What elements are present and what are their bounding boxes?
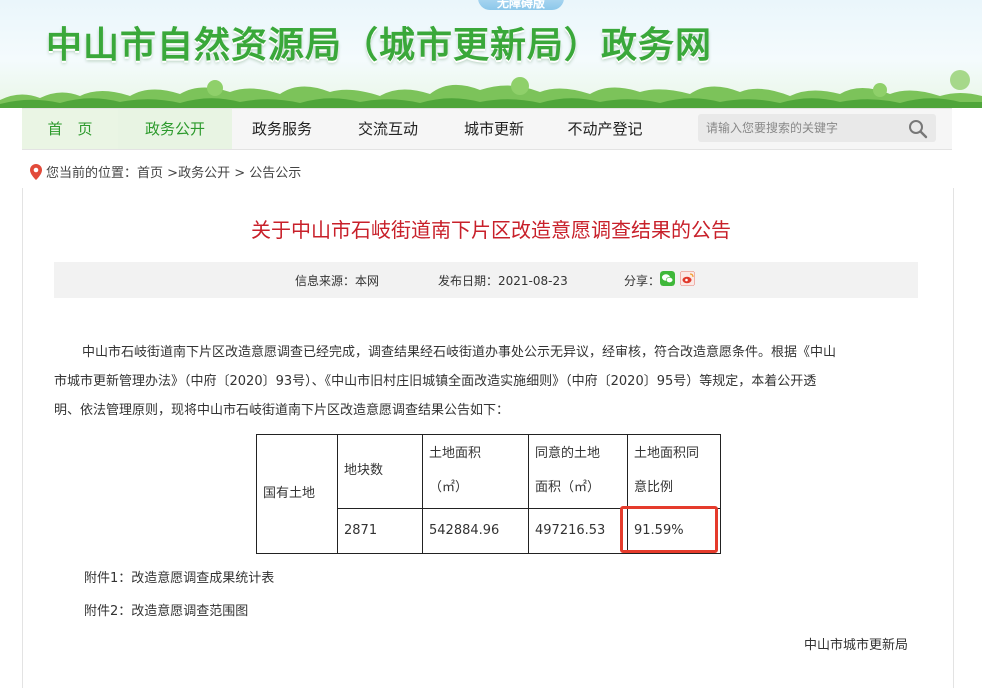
site-banner: 无障碍版 中山市自然资源局（城市更新局）政务网 [0,0,982,108]
table-cell-parcels: 2871 [337,507,423,555]
paragraph-line: 中山市石岐街道南下片区改造意愿调查已经完成，调查结果经石岐街道办事处公示无异议，… [82,345,837,360]
header-line: 土地面积同 [634,446,700,462]
accessible-version-link[interactable]: 无障碍版 [478,0,564,10]
breadcrumb-section[interactable]: 政务公开 [178,166,230,181]
breadcrumb-home[interactable]: 首页 [137,166,163,181]
breadcrumb: 您当前的位置：首页 >政务公开 > 公告公示 [30,164,301,182]
location-pin-icon [30,164,42,180]
article-title: 关于中山市石岐街道南下片区改造意愿调查结果的公告 [251,218,731,242]
breadcrumb-separator: > [163,166,179,181]
article-signature: 中山市城市更新局 [804,638,909,653]
wechat-share-icon[interactable] [660,271,675,286]
paragraph-line: 市城市更新管理办法》（中府〔2020〕93号）、《中山市旧村庄旧城镇全面改造实施… [54,374,817,389]
search-box [698,114,936,142]
nav-item-government-affairs-public[interactable]: 政务公开 [118,109,232,149]
attachment-link-2[interactable]: 附件2：改造意愿调查范围图 [84,600,248,619]
table-header-parcels: 地块数 [337,434,423,509]
header-line: （㎡） [429,480,469,496]
main-nav: 首 页 政务公开 政务服务 交流互动 城市更新 不动产登记 [22,108,952,150]
nav-item-government-services[interactable]: 政务服务 [234,109,330,149]
nav-item-interaction[interactable]: 交流互动 [340,109,436,149]
highlight-box [620,506,718,553]
table-header-land-area: 土地面积 （㎡） [422,434,529,509]
table-header-agreed-ratio: 土地面积同 意比例 [627,434,721,509]
tree-line-decoration [0,70,982,108]
header-line: 面积（㎡） [535,480,601,496]
share-label: 分享： [624,274,661,288]
table-cell-agreed-area: 497216.53 [528,507,628,555]
breadcrumb-prefix: 您当前的位置： [46,166,138,181]
article-meta-bar: 信息来源：本网 发布日期：2021-08-23 分享： [54,262,918,298]
search-icon[interactable] [908,119,928,139]
site-title: 中山市自然资源局（城市更新局）政务网 [46,25,713,66]
search-input[interactable] [706,118,896,138]
weibo-share-icon[interactable] [680,271,695,286]
table-row-header: 国有土地 [256,434,338,554]
header-line: 土地面积 [429,446,482,462]
nav-item-real-estate-registration[interactable]: 不动产登记 [550,109,660,149]
header-line: 意比例 [634,480,674,496]
article-paragraph: 中山市石岐街道南下片区改造意愿调查已经完成，调查结果经石岐街道办事处公示无异议，… [54,338,920,425]
paragraph-line: 明、依法管理原则，现将中山市石岐街道南下片区改造意愿调查结果公告如下： [54,403,510,418]
publish-date: 发布日期：2021-08-23 [438,274,568,288]
table-header-agreed-area: 同意的土地 面积（㎡） [528,434,628,509]
nav-item-home[interactable]: 首 页 [22,109,118,149]
info-source: 信息来源：本网 [295,274,380,288]
breadcrumb-current[interactable]: 公告公示 [249,166,301,181]
attachment-link-1[interactable]: 附件1：改造意愿调查成果统计表 [84,567,274,586]
nav-item-urban-renewal[interactable]: 城市更新 [446,109,542,149]
table-cell-land-area: 542884.96 [422,507,529,555]
header-line: 同意的土地 [535,446,601,462]
breadcrumb-separator: > [230,166,250,181]
